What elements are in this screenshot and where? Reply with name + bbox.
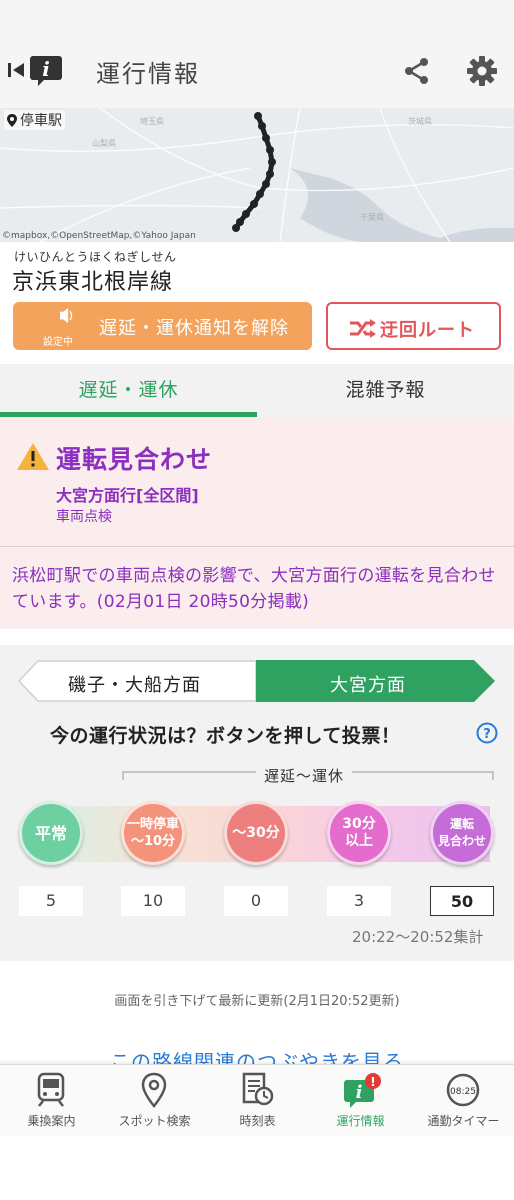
svg-text:?: ?: [483, 727, 491, 742]
vote-brief-stop-line1: 一時停車: [126, 817, 179, 832]
help-icon[interactable]: ?: [476, 722, 498, 744]
route-map[interactable]: 埼玉県 山梨県 茨城県 千葉県: [0, 108, 514, 242]
train-icon: [37, 1072, 65, 1107]
nav-spot-search-label: スポット検索: [118, 1114, 191, 1128]
vote-over-30min-button[interactable]: 30分 以上: [327, 801, 391, 865]
nav-service-info[interactable]: i ! 運行情報: [309, 1064, 412, 1136]
vote-count-30min: 0: [224, 886, 288, 916]
nav-timetable-label: 時刻表: [239, 1114, 276, 1128]
status-detail: 浜松町駅での車両点検の影響で、大宮方面行の運転を見合わせています。(02月01日…: [12, 566, 496, 612]
status-cause: 車両点検: [56, 509, 112, 525]
vote-prompt: 今の運行状況は？ボタンを押して投票！: [50, 725, 401, 747]
detour-icon: [350, 319, 376, 338]
status-direction: 大宮方面行[全区間]: [56, 486, 199, 505]
vote-30min-label: 〜30分: [232, 824, 280, 841]
nav-commute-timer-label: 通勤タイマー: [427, 1114, 500, 1128]
page-title: 運行情報: [96, 60, 200, 88]
vote-30min-button[interactable]: 〜30分: [224, 801, 288, 865]
app-header: [0, 0, 514, 108]
range-label: 遅延〜運休: [256, 765, 353, 786]
svg-text:i: i: [356, 1082, 363, 1103]
detour-route-label: 迂回ルート: [380, 320, 475, 341]
vote-normal-button[interactable]: 平常: [19, 801, 83, 865]
share-icon[interactable]: [402, 56, 432, 86]
vote-brief-stop-button[interactable]: 一時停車 〜10分: [121, 801, 185, 865]
info-logo-icon: i: [30, 56, 62, 86]
info-tabs: 遅延・運休 混雑予報: [0, 364, 514, 418]
stop-stations-text: 停車駅: [20, 113, 62, 129]
map-credit: ©mapbox,©OpenStreetMap,©Yahoo Japan: [2, 231, 196, 241]
svg-text:茨城県: 茨城県: [408, 116, 432, 126]
info-icon: i !: [344, 1073, 381, 1108]
timetable-icon: [242, 1072, 274, 1106]
vote-count-normal: 5: [19, 886, 83, 916]
active-tab-indicator: [0, 412, 257, 417]
tab-congestion[interactable]: 混雑予報: [257, 364, 514, 418]
nav-commute-timer[interactable]: 08:25 通勤タイマー: [412, 1064, 514, 1136]
status-title: 運転見合わせ: [56, 445, 213, 474]
svg-text:千葉県: 千葉県: [360, 212, 384, 222]
direction-isogo-ofuna[interactable]: 磯子・大船方面: [68, 671, 201, 697]
svg-text:山梨県: 山梨県: [92, 138, 116, 148]
vote-count-suspended: 50: [430, 886, 494, 916]
nav-transfer[interactable]: 乗換案内: [0, 1064, 103, 1136]
vote-normal-label: 平常: [34, 823, 67, 843]
notification-toggle-button[interactable]: 設定中 遅延・運休通知を解除: [13, 302, 312, 350]
vote-over-30min-line2: 以上: [345, 833, 373, 849]
stop-stations-label[interactable]: 停車駅: [4, 110, 65, 130]
nav-transfer-label: 乗換案内: [27, 1114, 76, 1128]
blank-area: [0, 1136, 514, 1200]
tally-period: 20:22〜20:52集計: [352, 928, 484, 946]
vote-suspended-line2: 見合わせ: [437, 834, 486, 848]
vote-suspended-button[interactable]: 運転 見合わせ: [430, 801, 494, 865]
notification-status-label: 設定中: [43, 337, 73, 348]
nav-spot-search[interactable]: スポット検索: [103, 1064, 206, 1136]
nav-timetable[interactable]: 時刻表: [206, 1064, 309, 1136]
map-pin-icon: [141, 1072, 167, 1108]
line-name-kana: けいひんとうほくねぎしせん: [14, 250, 177, 264]
speaker-icon: [59, 308, 73, 324]
refresh-note: 画面を引き下げて最新に更新(2月1日20:52更新): [114, 994, 400, 1009]
vote-over-30min-line1: 30分: [342, 816, 376, 832]
detour-route-button[interactable]: 迂回ルート: [326, 302, 501, 350]
svg-text:i: i: [42, 57, 50, 81]
svg-text:埼玉県: 埼玉県: [140, 116, 164, 126]
vote-count-brief-stop: 10: [121, 886, 185, 916]
vote-count-over-30min: 3: [327, 886, 391, 916]
line-name: 京浜東北根岸線: [12, 270, 174, 295]
notification-toggle-label: 遅延・運休通知を解除: [99, 318, 289, 339]
map-pin-icon: [7, 113, 17, 127]
direction-omiya[interactable]: 大宮方面: [330, 671, 406, 697]
timer-icon: 08:25: [446, 1073, 480, 1107]
related-tweets-link[interactable]: この路線関連のつぶやきを見る: [0, 1046, 514, 1064]
timer-time: 08:25: [450, 1087, 476, 1097]
warning-icon: [17, 443, 49, 470]
alert-badge: !: [370, 1075, 375, 1089]
vote-suspended-line1: 運転: [449, 817, 474, 831]
vote-brief-stop-line2: 〜10分: [130, 834, 176, 849]
tab-delay[interactable]: 遅延・運休: [0, 364, 257, 418]
nav-service-info-label: 運行情報: [336, 1114, 385, 1128]
back-icon[interactable]: [6, 60, 28, 80]
gear-icon[interactable]: [466, 55, 498, 87]
